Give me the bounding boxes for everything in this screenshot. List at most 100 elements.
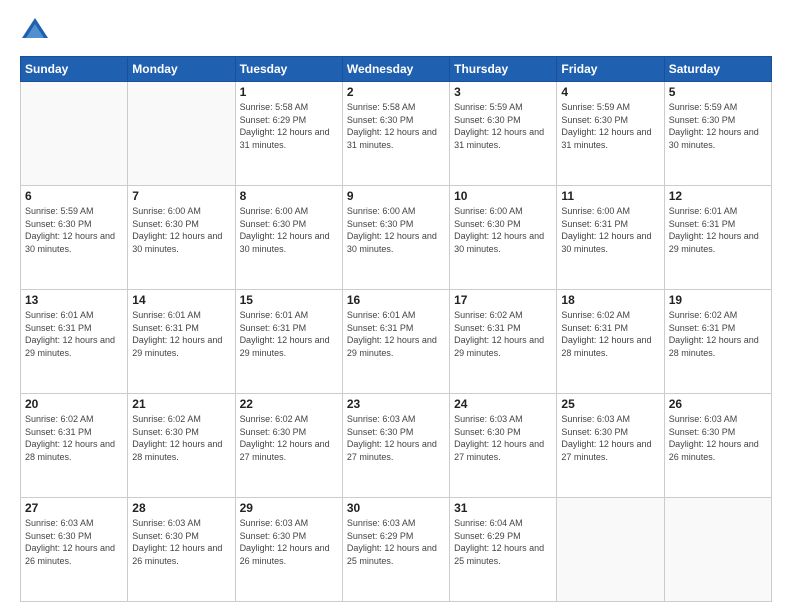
day-info: Sunrise: 5:58 AMSunset: 6:30 PMDaylight:…: [347, 101, 445, 151]
day-info: Sunrise: 6:00 AMSunset: 6:31 PMDaylight:…: [561, 205, 659, 255]
day-info: Sunrise: 5:59 AMSunset: 6:30 PMDaylight:…: [669, 101, 767, 151]
calendar-cell: 11Sunrise: 6:00 AMSunset: 6:31 PMDayligh…: [557, 186, 664, 290]
day-number: 14: [132, 293, 230, 307]
calendar-cell: 1Sunrise: 5:58 AMSunset: 6:29 PMDaylight…: [235, 82, 342, 186]
calendar-cell: 27Sunrise: 6:03 AMSunset: 6:30 PMDayligh…: [21, 498, 128, 602]
calendar-cell: [557, 498, 664, 602]
day-info: Sunrise: 6:01 AMSunset: 6:31 PMDaylight:…: [347, 309, 445, 359]
day-number: 5: [669, 85, 767, 99]
calendar-week-row: 13 Sunrise: 6:01 AMSunset: 6:31 PMDayligh…: [21, 290, 772, 394]
calendar-cell: 13 Sunrise: 6:01 AMSunset: 6:31 PMDayligh…: [21, 290, 128, 394]
day-info: Sunrise: 6:03 AMSunset: 6:30 PMDaylight:…: [132, 517, 230, 567]
calendar-cell: 24 Sunrise: 6:03 AMSunset: 6:30 PMDayligh…: [450, 394, 557, 498]
calendar-cell: 14 Sunrise: 6:01 AMSunset: 6:31 PMDayligh…: [128, 290, 235, 394]
day-info: Sunrise: 6:00 AMSunset: 6:30 PMDaylight:…: [454, 205, 552, 255]
day-info: Sunrise: 6:01 AMSunset: 6:31 PMDaylight:…: [669, 205, 767, 255]
page: SundayMondayTuesdayWednesdayThursdayFrid…: [0, 0, 792, 612]
day-number: 30: [347, 501, 445, 515]
calendar-cell: 23Sunrise: 6:03 AMSunset: 6:30 PMDayligh…: [342, 394, 449, 498]
day-info: Sunrise: 6:03 AMSunset: 6:30 PMDaylight:…: [454, 413, 552, 463]
calendar-week-row: 20 Sunrise: 6:02 AMSunset: 6:31 PMDayligh…: [21, 394, 772, 498]
calendar-cell: 25Sunrise: 6:03 AMSunset: 6:30 PMDayligh…: [557, 394, 664, 498]
calendar-cell: [664, 498, 771, 602]
calendar-cell: 29 Sunrise: 6:03 AMSunset: 6:30 PMDayligh…: [235, 498, 342, 602]
day-info: Sunrise: 6:02 AMSunset: 6:31 PMDaylight:…: [25, 413, 123, 463]
calendar-cell: [21, 82, 128, 186]
day-info: Sunrise: 5:58 AMSunset: 6:29 PMDaylight:…: [240, 101, 338, 151]
day-number: 6: [25, 189, 123, 203]
day-number: 19: [669, 293, 767, 307]
calendar-cell: 26Sunrise: 6:03 AMSunset: 6:30 PMDayligh…: [664, 394, 771, 498]
day-number: 28: [132, 501, 230, 515]
calendar-cell: 10 Sunrise: 6:00 AMSunset: 6:30 PMDayligh…: [450, 186, 557, 290]
day-info: Sunrise: 5:59 AMSunset: 6:30 PMDaylight:…: [454, 101, 552, 151]
day-info: Sunrise: 6:02 AMSunset: 6:30 PMDaylight:…: [132, 413, 230, 463]
calendar-week-row: 1Sunrise: 5:58 AMSunset: 6:29 PMDaylight…: [21, 82, 772, 186]
day-number: 24: [454, 397, 552, 411]
weekday-header-saturday: Saturday: [664, 57, 771, 82]
day-info: Sunrise: 6:02 AMSunset: 6:31 PMDaylight:…: [669, 309, 767, 359]
calendar-cell: 3Sunrise: 5:59 AMSunset: 6:30 PMDaylight…: [450, 82, 557, 186]
weekday-header-sunday: Sunday: [21, 57, 128, 82]
calendar-cell: 4Sunrise: 5:59 AMSunset: 6:30 PMDaylight…: [557, 82, 664, 186]
day-number: 21: [132, 397, 230, 411]
calendar-cell: 5 Sunrise: 5:59 AMSunset: 6:30 PMDaylight…: [664, 82, 771, 186]
day-number: 8: [240, 189, 338, 203]
day-info: Sunrise: 6:04 AMSunset: 6:29 PMDaylight:…: [454, 517, 552, 567]
calendar-cell: 31 Sunrise: 6:04 AMSunset: 6:29 PMDayligh…: [450, 498, 557, 602]
calendar-cell: 15 Sunrise: 6:01 AMSunset: 6:31 PMDayligh…: [235, 290, 342, 394]
calendar-cell: 28 Sunrise: 6:03 AMSunset: 6:30 PMDayligh…: [128, 498, 235, 602]
day-info: Sunrise: 6:03 AMSunset: 6:30 PMDaylight:…: [240, 517, 338, 567]
day-number: 29: [240, 501, 338, 515]
weekday-header-wednesday: Wednesday: [342, 57, 449, 82]
day-info: Sunrise: 5:59 AMSunset: 6:30 PMDaylight:…: [561, 101, 659, 151]
calendar-cell: 6Sunrise: 5:59 AMSunset: 6:30 PMDaylight…: [21, 186, 128, 290]
calendar-week-row: 27Sunrise: 6:03 AMSunset: 6:30 PMDayligh…: [21, 498, 772, 602]
calendar-cell: 7 Sunrise: 6:00 AMSunset: 6:30 PMDaylight…: [128, 186, 235, 290]
weekday-header-tuesday: Tuesday: [235, 57, 342, 82]
day-number: 16: [347, 293, 445, 307]
day-number: 13: [25, 293, 123, 307]
calendar-cell: 20 Sunrise: 6:02 AMSunset: 6:31 PMDayligh…: [21, 394, 128, 498]
calendar-cell: 21 Sunrise: 6:02 AMSunset: 6:30 PMDayligh…: [128, 394, 235, 498]
day-number: 7: [132, 189, 230, 203]
day-number: 17: [454, 293, 552, 307]
day-info: Sunrise: 6:02 AMSunset: 6:31 PMDaylight:…: [561, 309, 659, 359]
day-number: 2: [347, 85, 445, 99]
calendar-header-row: SundayMondayTuesdayWednesdayThursdayFrid…: [21, 57, 772, 82]
calendar-cell: 22 Sunrise: 6:02 AMSunset: 6:30 PMDayligh…: [235, 394, 342, 498]
day-number: 23: [347, 397, 445, 411]
day-info: Sunrise: 6:03 AMSunset: 6:29 PMDaylight:…: [347, 517, 445, 567]
day-number: 22: [240, 397, 338, 411]
header: [20, 16, 772, 46]
day-info: Sunrise: 6:00 AMSunset: 6:30 PMDaylight:…: [132, 205, 230, 255]
day-info: Sunrise: 6:00 AMSunset: 6:30 PMDaylight:…: [347, 205, 445, 255]
day-number: 15: [240, 293, 338, 307]
day-info: Sunrise: 6:01 AMSunset: 6:31 PMDaylight:…: [240, 309, 338, 359]
logo: [20, 16, 54, 46]
calendar-cell: 16 Sunrise: 6:01 AMSunset: 6:31 PMDayligh…: [342, 290, 449, 394]
calendar-cell: 19 Sunrise: 6:02 AMSunset: 6:31 PMDayligh…: [664, 290, 771, 394]
day-number: 10: [454, 189, 552, 203]
day-info: Sunrise: 6:00 AMSunset: 6:30 PMDaylight:…: [240, 205, 338, 255]
day-info: Sunrise: 6:01 AMSunset: 6:31 PMDaylight:…: [25, 309, 123, 359]
calendar-cell: [128, 82, 235, 186]
day-number: 20: [25, 397, 123, 411]
day-number: 9: [347, 189, 445, 203]
logo-icon: [20, 16, 50, 46]
day-info: Sunrise: 6:02 AMSunset: 6:30 PMDaylight:…: [240, 413, 338, 463]
day-number: 31: [454, 501, 552, 515]
day-info: Sunrise: 6:01 AMSunset: 6:31 PMDaylight:…: [132, 309, 230, 359]
weekday-header-monday: Monday: [128, 57, 235, 82]
calendar-week-row: 6Sunrise: 5:59 AMSunset: 6:30 PMDaylight…: [21, 186, 772, 290]
day-info: Sunrise: 6:02 AMSunset: 6:31 PMDaylight:…: [454, 309, 552, 359]
weekday-header-thursday: Thursday: [450, 57, 557, 82]
weekday-header-friday: Friday: [557, 57, 664, 82]
calendar-cell: 30 Sunrise: 6:03 AMSunset: 6:29 PMDayligh…: [342, 498, 449, 602]
calendar-cell: 18Sunrise: 6:02 AMSunset: 6:31 PMDayligh…: [557, 290, 664, 394]
calendar-cell: 12 Sunrise: 6:01 AMSunset: 6:31 PMDayligh…: [664, 186, 771, 290]
day-number: 12: [669, 189, 767, 203]
calendar-cell: 2 Sunrise: 5:58 AMSunset: 6:30 PMDaylight…: [342, 82, 449, 186]
calendar-cell: 17 Sunrise: 6:02 AMSunset: 6:31 PMDayligh…: [450, 290, 557, 394]
calendar-cell: 9 Sunrise: 6:00 AMSunset: 6:30 PMDaylight…: [342, 186, 449, 290]
